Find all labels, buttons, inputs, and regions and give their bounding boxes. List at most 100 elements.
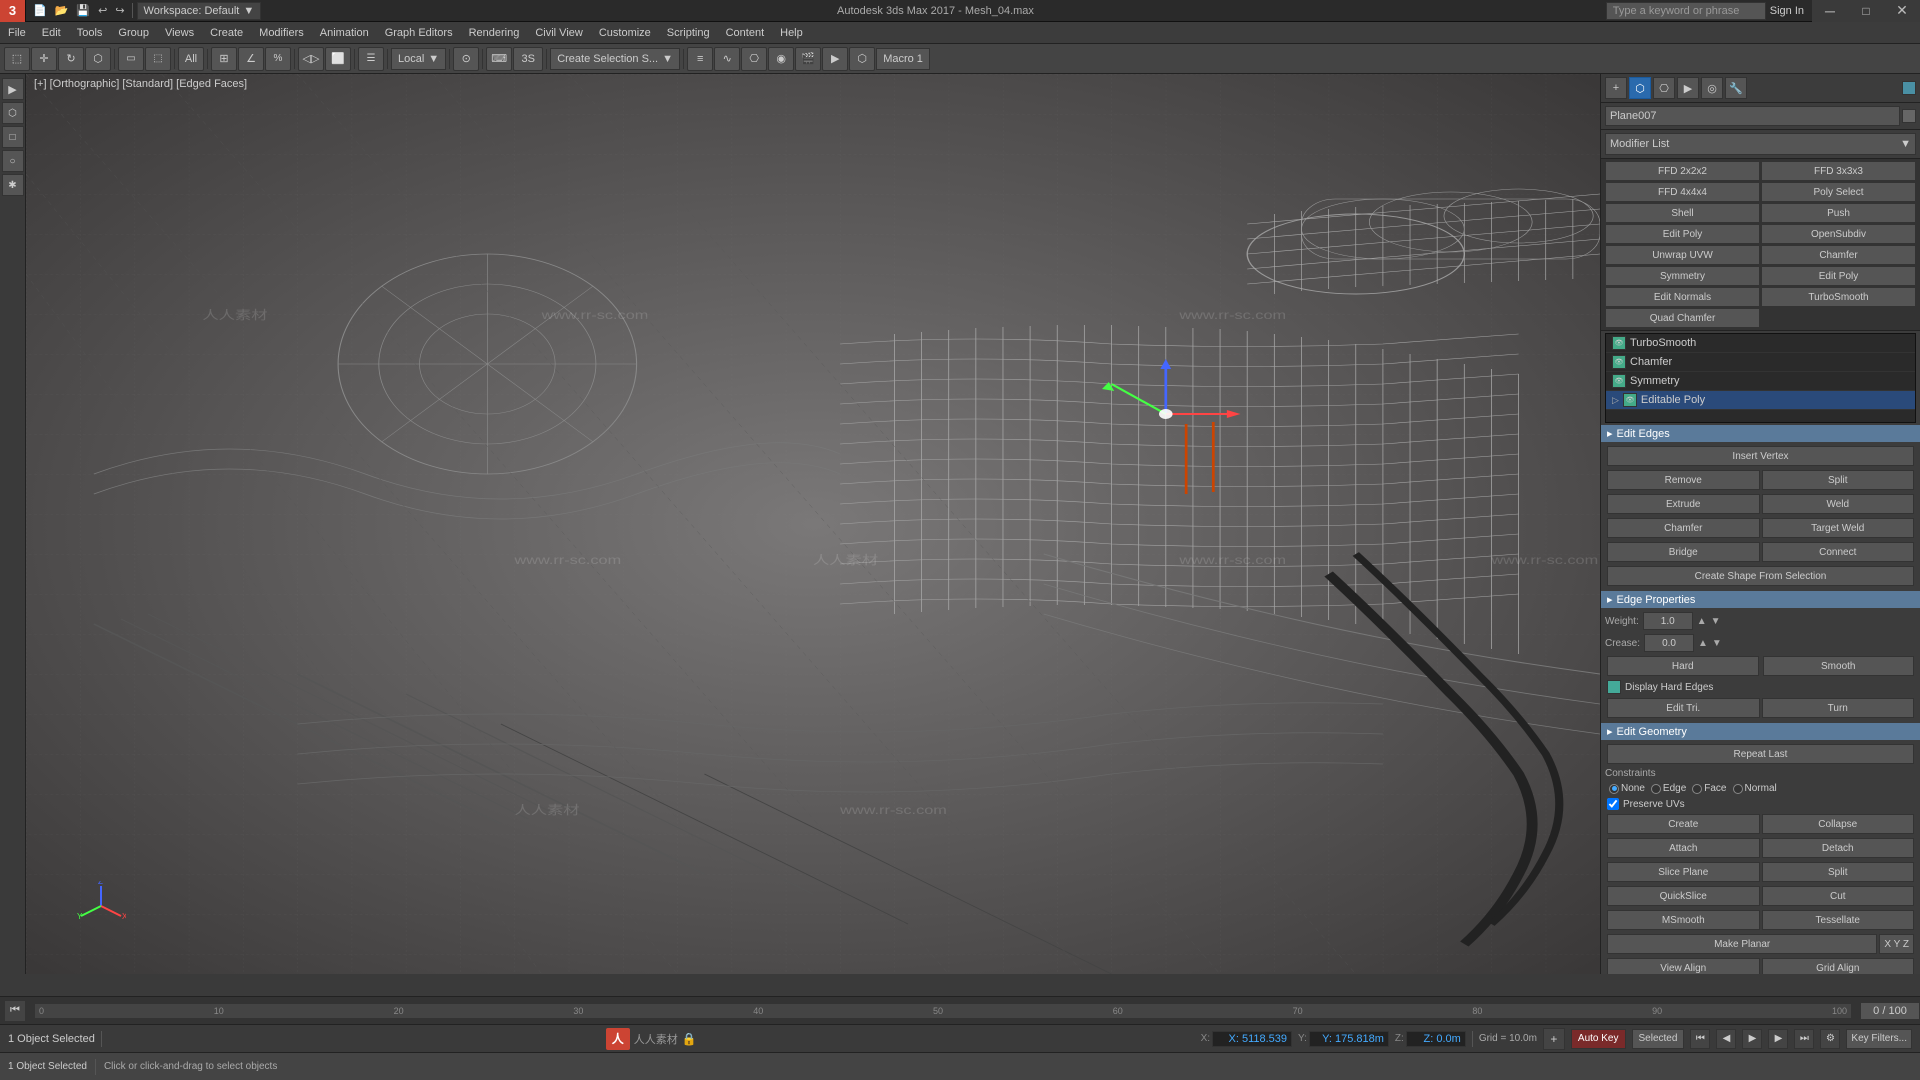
left-tool3[interactable]: □	[2, 126, 24, 148]
turn-btn[interactable]: Turn	[1762, 698, 1915, 718]
scale-tool-btn[interactable]: ⬡	[85, 47, 111, 71]
modifier-list-dropdown[interactable]: Modifier List▼	[1605, 133, 1916, 155]
extrude-btn[interactable]: Extrude	[1607, 494, 1760, 514]
ffd2x2x2-btn[interactable]: FFD 2x2x2	[1605, 161, 1760, 181]
editable-poly-expand-icon[interactable]: ▷	[1612, 395, 1619, 406]
modify-panel-btn[interactable]: ⬡	[1629, 77, 1651, 99]
object-name-field[interactable]	[1605, 106, 1900, 126]
select-region-btn[interactable]: ▭	[118, 47, 144, 71]
xyz-btn[interactable]: X Y Z	[1879, 934, 1914, 954]
go-to-start-btn[interactable]: ⏮	[1690, 1029, 1710, 1049]
slice-plane-btn[interactable]: Slice Plane	[1607, 862, 1760, 882]
bridge-btn[interactable]: Bridge	[1607, 542, 1760, 562]
time-config-btn[interactable]: ⚙	[1820, 1029, 1840, 1049]
menu-views[interactable]: Views	[157, 25, 202, 41]
msmooth-btn[interactable]: MSmooth	[1607, 910, 1760, 930]
menu-help[interactable]: Help	[772, 25, 811, 41]
render-prod-btn[interactable]: ⬡	[849, 47, 875, 71]
hierarchy-panel-btn[interactable]: ⎔	[1653, 77, 1675, 99]
ref-coord-dropdown[interactable]: Local▼	[391, 48, 446, 70]
split-btn[interactable]: Split	[1762, 470, 1915, 490]
weight-up-arrow[interactable]: ▲	[1697, 616, 1707, 627]
go-to-end-btn[interactable]: ⏭	[1794, 1029, 1814, 1049]
play-btn[interactable]: ▶	[1742, 1029, 1762, 1049]
3d-snap-btn[interactable]: 3S	[513, 47, 543, 71]
unwrap-uvw-btn[interactable]: Unwrap UVW	[1605, 245, 1760, 265]
symmetry-mod-btn[interactable]: Symmetry	[1605, 266, 1760, 286]
named-sets-btn[interactable]: ≡	[687, 47, 713, 71]
create-shape-btn[interactable]: Create Shape From Selection	[1607, 566, 1914, 586]
edit-normals-btn[interactable]: Edit Normals	[1605, 287, 1760, 307]
autokey-btn[interactable]: Auto Key	[1571, 1029, 1626, 1049]
crease-input[interactable]	[1644, 634, 1694, 652]
save-btn[interactable]: 💾	[73, 3, 93, 18]
shell-btn[interactable]: Shell	[1605, 203, 1760, 223]
keyboard-shortcut-btn[interactable]: ⌨	[486, 47, 512, 71]
left-play-btn[interactable]: ▶	[2, 78, 24, 100]
render-setup-btn[interactable]: 🎬	[795, 47, 821, 71]
object-color-swatch[interactable]	[1902, 109, 1916, 123]
symmetry-stack-item[interactable]: 👁 Symmetry	[1606, 372, 1915, 391]
grid-align-btn[interactable]: Grid Align	[1762, 958, 1915, 974]
rotate-tool-btn[interactable]: ↻	[58, 47, 84, 71]
redo-btn[interactable]: ↪	[112, 3, 127, 18]
edit-tri-btn[interactable]: Edit Tri.	[1607, 698, 1760, 718]
hard-btn[interactable]: Hard	[1607, 656, 1759, 676]
edit-poly-1-btn[interactable]: Edit Poly	[1605, 224, 1760, 244]
cut-btn[interactable]: Cut	[1762, 886, 1915, 906]
target-weld-btn[interactable]: Target Weld	[1762, 518, 1915, 538]
menu-animation[interactable]: Animation	[312, 25, 377, 41]
key-filters-btn[interactable]: Key Filters...	[1846, 1029, 1912, 1049]
connect-btn[interactable]: Connect	[1762, 542, 1915, 562]
lock-icon[interactable]: 🔒	[682, 1032, 697, 1046]
menu-graph-editors[interactable]: Graph Editors	[377, 25, 461, 41]
macro1-btn[interactable]: Macro 1	[876, 48, 930, 70]
timeline-scrubber[interactable]: 0 10 20 30 40 50 60 70 80 90 100	[34, 1003, 1852, 1019]
menu-content[interactable]: Content	[718, 25, 773, 41]
edit-poly-2-btn[interactable]: Edit Poly	[1761, 266, 1916, 286]
utilities-panel-btn[interactable]: 🔧	[1725, 77, 1747, 99]
create-selection-dropdown[interactable]: Create Selection S...▼	[550, 48, 680, 70]
split-geom-btn[interactable]: Split	[1762, 862, 1915, 882]
turbosmooth-eye-icon[interactable]: 👁	[1612, 336, 1626, 350]
window-crossing-btn[interactable]: ⬚	[145, 47, 171, 71]
left-tool5[interactable]: ✱	[2, 174, 24, 196]
chamfer-btn[interactable]: Chamfer	[1607, 518, 1760, 538]
new-btn[interactable]: 📄	[30, 3, 50, 18]
push-btn[interactable]: Push	[1761, 203, 1916, 223]
turbosmooth-stack-item[interactable]: 👁 TurboSmooth	[1606, 334, 1915, 353]
menu-modifiers[interactable]: Modifiers	[251, 25, 312, 41]
left-tool4[interactable]: ○	[2, 150, 24, 172]
pivot-center-btn[interactable]: ⊙	[453, 47, 479, 71]
editable-poly-stack-item[interactable]: ▷ 👁 Editable Poly	[1606, 391, 1915, 410]
menu-civil-view[interactable]: Civil View	[527, 25, 590, 41]
play-back-btn[interactable]: ⏮	[4, 1000, 26, 1022]
chamfer-eye-icon[interactable]: 👁	[1612, 355, 1626, 369]
panel-color-swatch[interactable]	[1902, 81, 1916, 95]
add-time-tag-btn[interactable]: +	[1543, 1028, 1565, 1050]
crease-down-arrow[interactable]: ▼	[1712, 638, 1722, 649]
left-tool2[interactable]: ⬡	[2, 102, 24, 124]
close-btn[interactable]: ✕	[1884, 0, 1920, 22]
angle-snap-btn[interactable]: ∠	[238, 47, 264, 71]
curve-editor-btn[interactable]: ∿	[714, 47, 740, 71]
preserve-uvs-checkbox[interactable]	[1607, 798, 1619, 810]
smooth-btn[interactable]: Smooth	[1763, 656, 1915, 676]
signin-area[interactable]: Sign In	[1770, 5, 1804, 17]
turbosmooth-mod-btn[interactable]: TurboSmooth	[1761, 287, 1916, 307]
ffd3x3x3-btn[interactable]: FFD 3x3x3	[1761, 161, 1916, 181]
chamfer-mod-btn[interactable]: Chamfer	[1761, 245, 1916, 265]
select-tool-btn[interactable]: ⬚	[4, 47, 30, 71]
next-frame-btn[interactable]: ▶	[1768, 1029, 1788, 1049]
view-align-btn[interactable]: View Align	[1607, 958, 1760, 974]
quad-chamfer-btn[interactable]: Quad Chamfer	[1605, 308, 1760, 328]
poly-select-btn[interactable]: Poly Select	[1761, 182, 1916, 202]
repeat-last-btn[interactable]: Repeat Last	[1607, 744, 1914, 764]
create-panel-btn[interactable]: +	[1605, 77, 1627, 99]
constraint-edge-radio[interactable]: Edge	[1651, 783, 1686, 794]
opensubdiv-btn[interactable]: OpenSubdiv	[1761, 224, 1916, 244]
menu-customize[interactable]: Customize	[591, 25, 659, 41]
insert-vertex-btn[interactable]: Insert Vertex	[1607, 446, 1914, 466]
menu-group[interactable]: Group	[110, 25, 157, 41]
weight-down-arrow[interactable]: ▼	[1711, 616, 1721, 627]
